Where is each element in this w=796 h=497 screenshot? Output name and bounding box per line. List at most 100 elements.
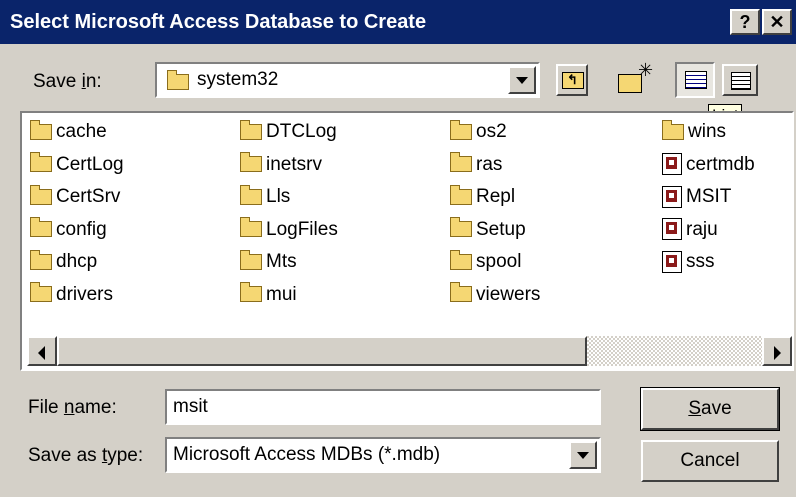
folder-icon [30, 217, 52, 238]
folder-item[interactable]: drivers [30, 282, 113, 308]
item-label: inetsrv [266, 153, 322, 175]
item-label: LogFiles [266, 218, 338, 240]
item-label: os2 [476, 121, 507, 142]
title-bar: Select Microsoft Access Database to Crea… [0, 0, 796, 44]
create-new-folder-button[interactable]: ✳ [614, 60, 654, 98]
close-button[interactable]: ✕ [762, 9, 792, 35]
folder-icon [450, 282, 472, 303]
access-database-icon [662, 218, 682, 241]
folder-icon [240, 119, 262, 140]
folder-item[interactable]: wins [662, 119, 726, 145]
folder-item[interactable]: mui [240, 282, 297, 308]
folder-icon [240, 282, 262, 303]
item-label: wins [688, 121, 727, 142]
save-in-label: Save in: [33, 71, 102, 92]
item-label: viewers [476, 283, 541, 305]
database-file-item[interactable]: MSIT [662, 184, 731, 210]
access-database-icon [662, 185, 682, 208]
item-label: CertSrv [56, 186, 121, 207]
window-title: Select Microsoft Access Database to Crea… [10, 11, 427, 33]
folder-icon [30, 282, 52, 303]
file-name-input[interactable]: msit [165, 389, 601, 425]
folder-icon [450, 152, 472, 173]
file-list[interactable]: cache CertLog CertSrv config dhcp drivers DTCL… [20, 111, 794, 371]
arrow-left-icon [38, 346, 45, 360]
folder-item[interactable]: LogFiles [240, 217, 338, 243]
item-label: mui [266, 283, 297, 305]
folder-icon [240, 217, 262, 238]
save-in-dropdown[interactable]: system32 [155, 62, 540, 98]
help-button[interactable]: ? [730, 9, 760, 35]
up-one-level-button[interactable]: ↰ [556, 64, 588, 96]
item-label: config [56, 218, 107, 240]
item-label: MSIT [686, 186, 732, 207]
folder-icon [30, 119, 52, 140]
folder-item[interactable]: dhcp [30, 249, 97, 275]
folder-item[interactable]: CertLog [30, 152, 124, 178]
database-file-item[interactable]: raju [662, 217, 718, 243]
save-in-dropdown-button[interactable] [508, 66, 536, 94]
access-database-icon [662, 250, 682, 273]
file-name-value: msit [173, 396, 208, 417]
folder-item[interactable]: Mts [240, 249, 297, 275]
save-as-type-value: Microsoft Access MDBs (*.mdb) [173, 444, 441, 465]
folder-item[interactable]: os2 [450, 119, 507, 145]
scroll-track[interactable] [587, 336, 762, 366]
folder-icon [450, 249, 472, 270]
folder-item[interactable]: CertSrv [30, 184, 120, 210]
scroll-thumb[interactable] [57, 336, 587, 366]
folder-item[interactable]: ras [450, 152, 502, 178]
horizontal-scrollbar[interactable] [27, 336, 792, 366]
item-label: Repl [476, 186, 516, 207]
details-icon [731, 72, 751, 90]
save-as-type-label: Save as type: [28, 445, 144, 466]
save-as-type-dropdown[interactable]: Microsoft Access MDBs (*.mdb) [165, 437, 601, 473]
arrow-right-icon [774, 346, 781, 360]
item-label: drivers [56, 283, 114, 305]
folder-item[interactable]: Repl [450, 184, 515, 210]
open-folder-icon [167, 70, 189, 90]
item-label: certmdb [686, 153, 755, 175]
save-as-type-dropdown-button[interactable] [569, 441, 597, 469]
scroll-right-button[interactable] [762, 336, 792, 366]
folder-item[interactable]: config [30, 217, 107, 243]
list-icon [685, 71, 707, 89]
database-file-item[interactable]: sss [662, 249, 715, 275]
cancel-button[interactable]: Cancel [641, 440, 779, 482]
item-label: spool [476, 251, 522, 272]
item-label: ras [476, 153, 503, 175]
list-view-button[interactable] [675, 62, 715, 98]
folder-item[interactable]: spool [450, 249, 521, 275]
folder-item[interactable]: cache [30, 119, 107, 145]
folder-item[interactable]: DTCLog [240, 119, 337, 145]
details-view-button[interactable] [722, 64, 758, 96]
database-file-item[interactable]: certmdb [662, 152, 755, 178]
folder-icon [30, 249, 52, 270]
folder-icon [240, 152, 262, 173]
folder-item[interactable]: Setup [450, 217, 526, 243]
folder-item[interactable]: viewers [450, 282, 540, 308]
folder-icon [240, 184, 262, 205]
file-name-label: File name: [28, 397, 117, 418]
item-label: cache [56, 121, 107, 142]
item-label: Lls [266, 186, 291, 207]
item-label: sss [686, 251, 715, 272]
folder-item[interactable]: Lls [240, 184, 290, 210]
folder-item[interactable]: inetsrv [240, 152, 322, 178]
item-label: Setup [476, 218, 526, 240]
save-button[interactable]: Save [640, 387, 780, 431]
item-label: dhcp [56, 251, 98, 272]
folder-icon [450, 184, 472, 205]
scroll-left-button[interactable] [27, 336, 57, 366]
item-label: raju [686, 218, 718, 240]
folder-icon [450, 119, 472, 140]
folder-icon [662, 119, 684, 140]
folder-icon [240, 249, 262, 270]
chevron-down-icon [516, 77, 528, 84]
item-label: Mts [266, 251, 297, 272]
item-label: CertLog [56, 153, 124, 175]
chevron-down-icon [577, 452, 589, 459]
folder-icon [450, 217, 472, 238]
access-database-icon [662, 153, 682, 176]
save-in-value: system32 [197, 69, 279, 90]
